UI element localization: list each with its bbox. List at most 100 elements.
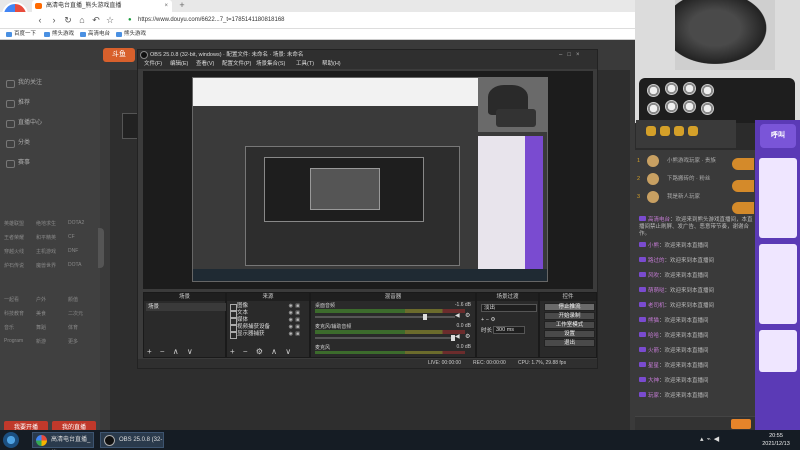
close-tab-icon[interactable]: × [164, 0, 168, 12]
source-item[interactable]: 显示器捕获 ◉ ▣ [229, 331, 301, 339]
clock[interactable]: 20:55 2021/12/13 [755, 432, 797, 448]
lock-icon[interactable]: ▣ [295, 310, 300, 317]
sidebar-category-link[interactable]: DOTA [68, 262, 82, 268]
sidebar-category-link[interactable]: 舞蹈 [36, 324, 46, 331]
chat-username[interactable]: 玩家 [648, 393, 659, 399]
bookmark-item[interactable]: 百度一下 [6, 29, 36, 40]
scenes-toolbar[interactable]: + − ∧ ∨ [144, 347, 225, 357]
chat-username[interactable]: 萌萌哒 [648, 288, 665, 294]
side-pill-button[interactable] [732, 180, 754, 192]
speaker-icon[interactable]: ◀ [455, 313, 461, 319]
menu-file[interactable]: 文件(F) [144, 60, 162, 69]
sources-toolbar[interactable]: + − ⚙ ∧ ∨ [227, 347, 309, 357]
taskbar-browser-button[interactable]: 高清电台直播_熊... [32, 432, 94, 448]
duration-input[interactable]: 300 ms [493, 326, 525, 334]
volume-slider-knob[interactable] [423, 314, 427, 320]
sidebar-category-link[interactable]: 更多 [68, 338, 78, 345]
scene-item[interactable]: 场景 [146, 303, 226, 311]
sidebar-category-link[interactable]: CF [68, 234, 75, 240]
sidebar-category-link[interactable]: 和平精英 [36, 234, 56, 241]
transition-add-remove[interactable]: + − ⚙ [481, 317, 495, 323]
chat-username[interactable]: 老司机 [648, 303, 665, 309]
menu-view[interactable]: 查看(V) [196, 60, 214, 69]
back-icon[interactable]: ‹ [34, 14, 46, 26]
obs-preview[interactable] [143, 71, 593, 289]
sidebar-category-link[interactable]: 一起看 [4, 296, 19, 303]
sidebar-category-link[interactable]: 科技教育 [4, 310, 24, 317]
bookmark-item[interactable]: 高清电台 [80, 29, 110, 40]
eye-icon[interactable]: ◉ [289, 331, 293, 338]
stop-streaming-button[interactable]: 停止推流 [544, 303, 595, 311]
promo-card[interactable] [759, 158, 797, 238]
sidebar-category-link[interactable]: 体育 [68, 324, 78, 331]
lock-icon[interactable]: ▣ [295, 324, 300, 331]
sidebar-category-link[interactable]: 王者荣耀 [4, 234, 24, 241]
sidebar-category-link[interactable]: 绝地求生 [36, 220, 56, 227]
transition-select[interactable]: 淡出 [481, 304, 537, 312]
chat-username[interactable]: 路过的 [648, 258, 665, 264]
chat-username[interactable]: 大神 [648, 378, 659, 384]
gear-icon[interactable]: ⚙ [465, 313, 471, 319]
source-item[interactable]: 视频捕获设备 ◉ ▣ [229, 324, 301, 332]
bookmark-item[interactable]: 熊头游戏 [44, 29, 74, 40]
undo-icon[interactable]: ↶ [90, 14, 102, 26]
sidebar-category-link[interactable]: 魔兽世界 [36, 262, 56, 269]
sidebar-category-link[interactable]: 音乐 [4, 324, 14, 331]
douyu-logo[interactable]: 斗鱼 [103, 48, 135, 62]
eye-icon[interactable]: ◉ [289, 324, 293, 331]
chat-username[interactable]: 高清电台 [648, 217, 670, 223]
sidebar-category-link[interactable]: DNF [68, 248, 78, 254]
address-bar[interactable]: ● https://www.douyu.com/6622...7_t=17851… [128, 14, 628, 27]
sidebar-category-link[interactable]: 二次元 [68, 310, 83, 317]
sidebar-item-recommend[interactable]: 推荐 [6, 98, 30, 108]
window-controls[interactable]: –□× [559, 50, 597, 60]
source-item[interactable]: 媒体 ◉ ▣ [229, 317, 301, 325]
sidebar-category-link[interactable]: 英雄联盟 [4, 220, 24, 227]
gear-icon[interactable]: ⚙ [465, 334, 471, 340]
browser-tab[interactable]: 高清电台直播_熊头游戏直播 × [32, 0, 172, 12]
sidebar-category-link[interactable]: 户外 [36, 296, 46, 303]
new-tab-icon[interactable]: + [176, 0, 188, 12]
menu-scene-collection[interactable]: 场景集合(S) [256, 60, 285, 69]
sidebar-category-link[interactable]: 新游 [36, 338, 46, 345]
badge-icon[interactable] [688, 126, 698, 136]
system-tray[interactable]: ▴⌁◀ [700, 435, 722, 443]
chat-username[interactable]: 火箭 [648, 348, 659, 354]
send-button[interactable] [731, 419, 751, 429]
promo-card[interactable] [759, 330, 797, 372]
menu-edit[interactable]: 编辑(E) [170, 60, 188, 69]
chat-username[interactable]: 风吹 [648, 273, 659, 279]
volume-slider[interactable] [315, 335, 455, 341]
side-pill-button[interactable] [732, 158, 754, 170]
start-recording-button[interactable]: 开始录制 [544, 312, 595, 320]
badge-icon[interactable] [646, 126, 656, 136]
lock-icon[interactable]: ▣ [295, 303, 300, 310]
favorite-star-icon[interactable]: ☆ [104, 14, 116, 26]
reload-icon[interactable]: ↻ [62, 14, 74, 26]
volume-slider[interactable] [315, 314, 455, 320]
sidebar-category-link[interactable]: 穿越火线 [4, 248, 24, 255]
start-button-icon[interactable] [3, 432, 19, 448]
sidebar-category-link[interactable]: Program [4, 338, 23, 344]
side-pill-button[interactable] [732, 202, 754, 214]
sidebar-item-esports[interactable]: 赛事 [6, 158, 30, 168]
sidebar-category-link[interactable]: DOTA2 [68, 220, 84, 226]
menu-tools[interactable]: 工具(T) [296, 60, 314, 69]
badge-icon[interactable] [674, 126, 684, 136]
badge-icon[interactable] [660, 126, 670, 136]
chat-username[interactable]: 星星 [648, 363, 659, 369]
sidebar-item-category[interactable]: 分类 [6, 138, 30, 148]
sidebar-category-link[interactable]: 主机游戏 [36, 248, 56, 255]
home-icon[interactable]: ⌂ [76, 14, 88, 26]
speaker-icon[interactable]: ◀ [455, 334, 461, 340]
chat-username[interactable]: 哈哈 [648, 333, 659, 339]
chat-username[interactable]: 熊猫 [648, 318, 659, 324]
lock-icon[interactable]: ▣ [295, 331, 300, 338]
sidebar-category-link[interactable]: 颜值 [68, 296, 78, 303]
promo-card[interactable] [759, 244, 797, 324]
eye-icon[interactable]: ◉ [289, 310, 293, 317]
source-item[interactable]: 图像 ◉ ▣ [229, 303, 301, 311]
lock-icon[interactable]: ▣ [295, 317, 300, 324]
sidebar-item-live[interactable]: 直播中心 [6, 118, 42, 128]
chat-input[interactable] [635, 416, 755, 430]
